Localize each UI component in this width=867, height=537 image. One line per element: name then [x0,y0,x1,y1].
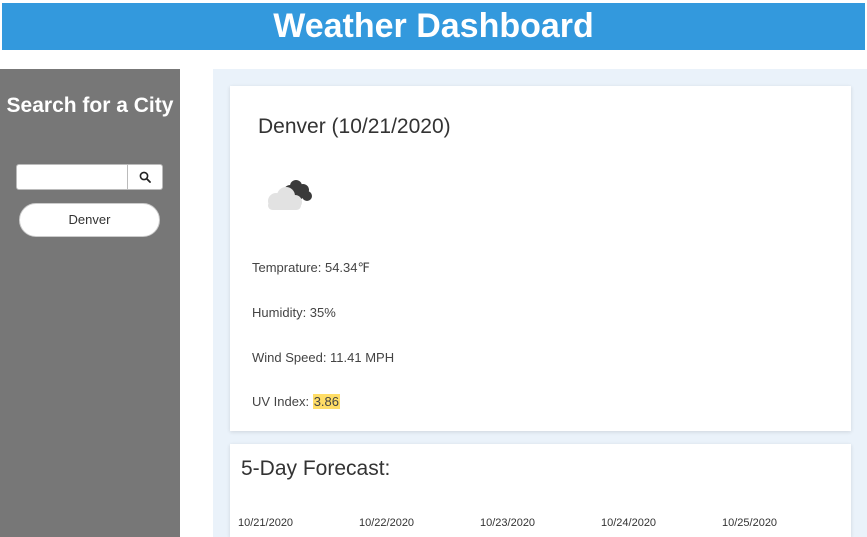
sidebar: Search for a City Denver [0,69,180,537]
forecast-date: 10/25/2020 [722,517,778,529]
forecast-title: 5-Day Forecast: [241,457,391,480]
page-header: Weather Dashboard [2,3,865,50]
city-search-input[interactable] [16,164,128,190]
sidebar-title: Search for a City [6,94,174,117]
forecast-date: 10/22/2020 [359,517,415,529]
wind-speed-text: Wind Speed: 11.41 MPH [252,350,395,365]
humidity-text: Humidity: 35% [252,305,336,320]
temperature-text: Temprature: 54.34℉ [252,260,370,275]
forecast-date: 10/24/2020 [601,517,657,529]
search-button[interactable] [128,164,163,190]
forecast-date: 10/21/2020 [238,517,294,529]
history-city-button[interactable]: Denver [19,203,160,237]
uv-index-badge: 3.86 [312,394,341,409]
current-weather-card: Denver (10/21/2020) Temprature: 54.34℉ H… [230,86,851,431]
page-title: Weather Dashboard [273,7,594,45]
search-icon [139,171,151,183]
uv-index-label: UV Index: [252,394,313,409]
forecast-date: 10/23/2020 [480,517,536,529]
uv-index-row: UV Index: 3.86 [252,393,341,411]
forecast-card: 5-Day Forecast: 10/21/2020 10/22/2020 10… [230,444,851,537]
main-panel: Denver (10/21/2020) Temprature: 54.34℉ H… [213,69,867,537]
cloudy-icon [268,180,312,210]
current-city-title: Denver (10/21/2020) [258,115,451,138]
